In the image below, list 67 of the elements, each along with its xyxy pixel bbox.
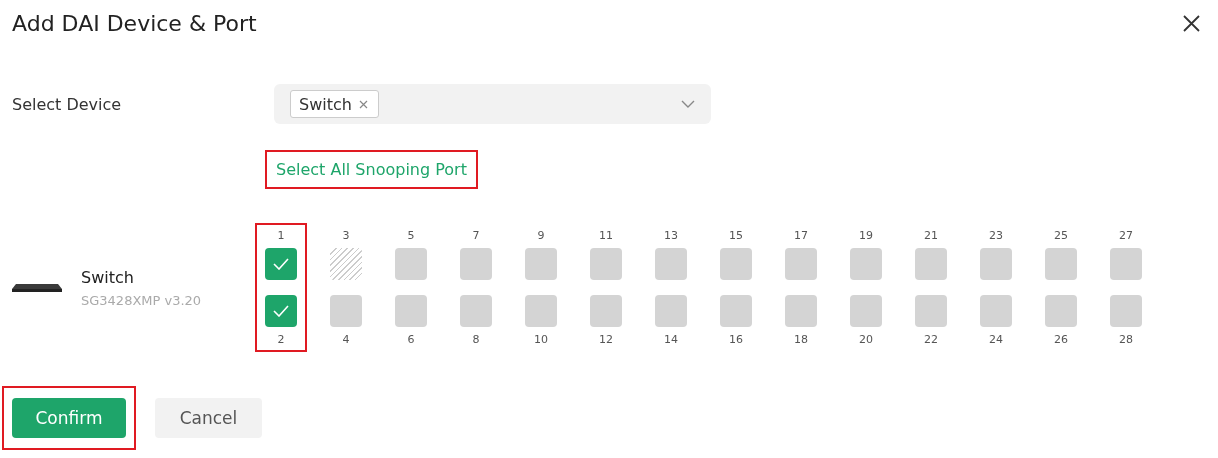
chevron-down-icon bbox=[681, 100, 695, 108]
port-number: 15 bbox=[729, 229, 743, 242]
port-number: 6 bbox=[407, 333, 415, 346]
port-number: 13 bbox=[664, 229, 678, 242]
port-checkbox[interactable] bbox=[980, 295, 1012, 327]
port-number: 28 bbox=[1119, 333, 1133, 346]
port-number: 3 bbox=[342, 229, 350, 242]
port-checkbox[interactable] bbox=[460, 295, 492, 327]
port-checkbox[interactable] bbox=[330, 295, 362, 327]
port-checkbox[interactable] bbox=[395, 248, 427, 280]
port-checkbox[interactable] bbox=[915, 295, 947, 327]
port-number: 21 bbox=[924, 229, 938, 242]
port-number: 23 bbox=[989, 229, 1003, 242]
port-checkbox[interactable] bbox=[655, 295, 687, 327]
port-number: 7 bbox=[472, 229, 480, 242]
port-number: 26 bbox=[1054, 333, 1068, 346]
cancel-button[interactable]: Cancel bbox=[155, 398, 262, 438]
port-checkbox[interactable] bbox=[980, 248, 1012, 280]
port-number: 17 bbox=[794, 229, 808, 242]
port-checkbox[interactable] bbox=[590, 248, 622, 280]
port-number: 25 bbox=[1054, 229, 1068, 242]
port-checkbox[interactable] bbox=[395, 295, 427, 327]
port-checkbox[interactable] bbox=[525, 295, 557, 327]
port-number: 19 bbox=[859, 229, 873, 242]
port-number: 4 bbox=[342, 333, 350, 346]
port-number: 27 bbox=[1119, 229, 1133, 242]
device-select[interactable]: Switch bbox=[274, 84, 711, 124]
port-checkbox[interactable] bbox=[915, 248, 947, 280]
port-checkbox[interactable] bbox=[720, 295, 752, 327]
check-icon bbox=[273, 258, 289, 270]
port-checkbox[interactable] bbox=[1045, 248, 1077, 280]
switch-device-icon bbox=[12, 282, 62, 293]
port-checkbox[interactable] bbox=[850, 295, 882, 327]
port-checkbox[interactable] bbox=[720, 248, 752, 280]
port-checkbox[interactable] bbox=[785, 248, 817, 280]
port-number: 11 bbox=[599, 229, 613, 242]
field-label: Select Device bbox=[12, 94, 123, 114]
device-model: SG3428XMP v3.20 bbox=[81, 292, 202, 308]
port-number: 9 bbox=[537, 229, 545, 242]
port-number: 5 bbox=[407, 229, 415, 242]
port-checkbox[interactable] bbox=[785, 295, 817, 327]
close-icon[interactable] bbox=[1183, 14, 1200, 32]
port-checkbox[interactable] bbox=[460, 248, 492, 280]
port-number: 24 bbox=[989, 333, 1003, 346]
port-number: 2 bbox=[277, 333, 285, 346]
port-number: 22 bbox=[924, 333, 938, 346]
port-number: 12 bbox=[599, 333, 613, 346]
port-number: 14 bbox=[664, 333, 678, 346]
dialog-title: Add DAI Device & Port bbox=[12, 10, 257, 36]
port-checkbox[interactable] bbox=[1045, 295, 1077, 327]
port-number: 10 bbox=[534, 333, 548, 346]
port-number: 16 bbox=[729, 333, 743, 346]
port-number: 8 bbox=[472, 333, 480, 346]
port-checkbox[interactable] bbox=[265, 295, 297, 327]
port-number: 1 bbox=[277, 229, 285, 242]
port-checkbox[interactable] bbox=[525, 248, 557, 280]
port-checkbox[interactable] bbox=[655, 248, 687, 280]
check-icon bbox=[273, 305, 289, 317]
port-checkbox[interactable] bbox=[265, 248, 297, 280]
device-name: Switch bbox=[81, 267, 135, 287]
port-number: 20 bbox=[859, 333, 873, 346]
port-checkbox[interactable] bbox=[1110, 295, 1142, 327]
port-number: 18 bbox=[794, 333, 808, 346]
port-checkbox[interactable] bbox=[1110, 248, 1142, 280]
port-checkbox[interactable] bbox=[590, 295, 622, 327]
device-tag: Switch bbox=[290, 90, 379, 118]
port-checkbox[interactable] bbox=[850, 248, 882, 280]
